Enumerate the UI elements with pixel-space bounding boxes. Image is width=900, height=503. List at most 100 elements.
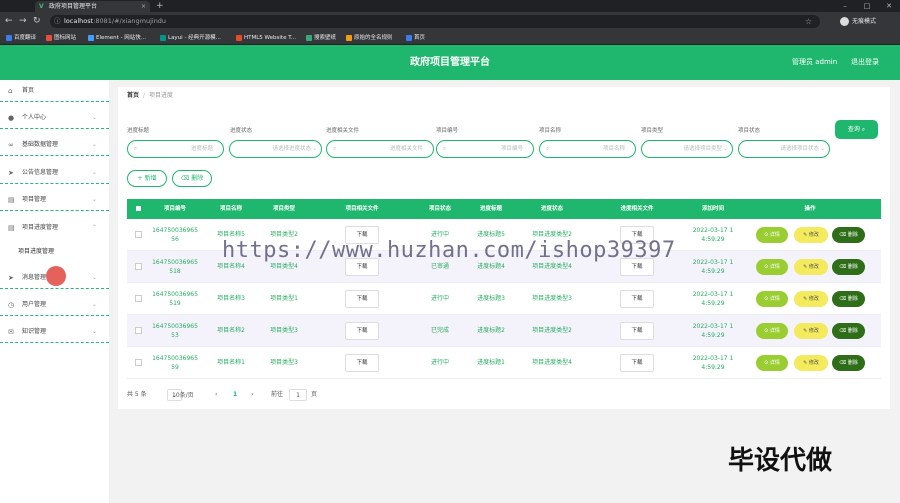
breadcrumb: 首页 / 项目进度 — [127, 92, 174, 99]
breadcrumb-current: 项目进度 — [149, 92, 174, 99]
review-button[interactable]: ⊙ 详情 — [756, 259, 788, 275]
download-button[interactable]: 下载 — [345, 354, 379, 372]
app-header: 政府项目管理平台 管理员 admin 退出登录 — [0, 45, 900, 80]
cell-add-time: 2022-03-17 1 4:59:29 — [692, 291, 734, 307]
row-delete-button[interactable]: ⌫ 删除 — [832, 323, 865, 339]
progress-title-input[interactable]: ⌕ 进度标题 — [127, 140, 224, 158]
prev-page-button[interactable]: ‹ — [215, 389, 217, 401]
bookmark-item[interactable]: HTML5 Website T... — [236, 33, 296, 43]
review-button[interactable]: ⊙ 详情 — [756, 227, 788, 243]
close-tab-icon[interactable]: × — [141, 1, 146, 12]
user-icon: ● — [8, 114, 15, 122]
row-checkbox[interactable] — [135, 359, 142, 366]
row-checkbox[interactable] — [135, 327, 142, 334]
reload-icon[interactable]: ↻ — [33, 15, 41, 27]
modify-button[interactable]: ✎ 修改 — [794, 259, 828, 275]
download-button[interactable]: 下载 — [620, 322, 654, 340]
window-close-icon[interactable]: ✕ — [878, 0, 900, 12]
sidebar-item-knowledge[interactable]: ✉ 知识管理 ⌄ — [0, 321, 109, 343]
query-button[interactable]: 查询 ⌕ — [835, 120, 878, 139]
review-button[interactable]: ⊙ 详情 — [756, 323, 788, 339]
doc-icon: ▤ — [8, 196, 15, 204]
project-number-input[interactable]: ⌕ 项目编号 — [436, 140, 534, 158]
vue-logo-icon: V — [39, 3, 44, 10]
table-row[interactable]: 164750036965 519 项目名称3 项目类型1 下载 进行中 进度标题3… — [127, 283, 881, 315]
page-number-current[interactable]: 1 — [233, 389, 237, 401]
profile-button[interactable]: 无痕模式 — [840, 15, 876, 28]
sidebar-item-profile[interactable]: ● 个人中心 ⌄ — [0, 107, 109, 129]
modify-button[interactable]: ✎ 修改 — [794, 355, 828, 371]
add-button[interactable]: + 新增 — [127, 170, 167, 187]
mail-icon: ✉ — [8, 328, 14, 336]
progress-status-select[interactable]: 请选择进度状态 ⌄ — [229, 140, 322, 158]
site-info-icon[interactable]: ⓘ — [54, 15, 61, 28]
review-button[interactable]: ⊙ 详情 — [756, 291, 788, 307]
watermark-url: https://www.huzhan.com/ishop39397 — [222, 238, 676, 263]
sidebar-item-basedata[interactable]: ∞ 基础数据管理 ⌄ — [0, 134, 109, 156]
select-all-checkbox[interactable] — [135, 205, 142, 212]
row-delete-button[interactable]: ⌫ 删除 — [832, 259, 865, 275]
bookmark-item[interactable]: 原始的全名规则 — [346, 33, 393, 43]
sidebar-item-notice[interactable]: ➤ 公告信息管理 ⌄ — [0, 162, 109, 184]
goto-page-input[interactable]: 1 — [289, 389, 307, 401]
bookmark-item[interactable]: 百度翻译 — [6, 33, 36, 43]
delete-button[interactable]: ⌫ 删除 — [172, 170, 212, 187]
sidebar-item-home[interactable]: ⌂ 首页 — [0, 80, 109, 102]
project-type-select[interactable]: 请选择项目类型 ⌄ — [641, 140, 733, 158]
search-icon: ⌕ — [134, 146, 138, 152]
maximize-icon[interactable]: □ — [856, 0, 878, 12]
breadcrumb-home[interactable]: 首页 — [127, 92, 139, 99]
profile-label: 无痕模式 — [852, 18, 877, 25]
sidebar-item-project[interactable]: ▤ 项目管理 ⌄ — [0, 189, 109, 211]
send-icon: ➤ — [8, 274, 14, 282]
browser-tab-title: 政府项目管理平台 — [49, 3, 98, 10]
bookmark-star-icon[interactable]: ☆ — [805, 15, 812, 28]
cell-project-type: 项目类型3 — [270, 327, 298, 334]
row-checkbox[interactable] — [135, 231, 142, 238]
review-button[interactable]: ⊙ 详情 — [756, 355, 788, 371]
bookmark-item[interactable]: 首页 — [406, 33, 425, 43]
col-header: 添加时间 — [701, 206, 724, 212]
table-row[interactable]: 164750036965 59 项目名称1 项目类型3 下载 进行中 进度标题1 … — [127, 347, 881, 379]
modify-button[interactable]: ✎ 修改 — [794, 291, 828, 307]
project-name-input[interactable]: ⌕ 项目名称 — [539, 140, 636, 158]
link-icon: ∞ — [8, 141, 14, 149]
next-page-button[interactable]: › — [251, 389, 253, 401]
page-size-select[interactable]: 10条/页 ⌄ — [167, 389, 194, 401]
cell-project-status: 已审通 — [430, 263, 449, 270]
browser-tab[interactable]: V 政府项目管理平台 × — [35, 1, 150, 12]
back-icon[interactable]: ← — [5, 15, 13, 27]
row-checkbox[interactable] — [135, 295, 142, 302]
cell-project-name: 项目名称4 — [217, 263, 245, 270]
row-delete-button[interactable]: ⌫ 删除 — [832, 291, 865, 307]
url-input[interactable]: ⓘ localhost:8081/#/xiangmujindu ☆ — [50, 15, 820, 28]
modify-button[interactable]: ✎ 修改 — [794, 227, 828, 243]
project-status-select[interactable]: 请选择项目状态 ⌄ — [738, 140, 830, 158]
pager-total: 共 5 条 — [127, 391, 147, 398]
bookmark-item[interactable]: 图标网站 — [46, 33, 76, 43]
download-button[interactable]: 下载 — [345, 322, 379, 340]
row-delete-button[interactable]: ⌫ 删除 — [832, 355, 865, 371]
table-row[interactable]: 164750036965 53 项目名称2 项目类型3 下载 已完成 进度标题2 … — [127, 315, 881, 347]
modify-button[interactable]: ✎ 修改 — [794, 323, 828, 339]
bookmark-item[interactable]: Layui - 经典开源模... — [160, 33, 221, 43]
logout-link[interactable]: 退出登录 — [851, 45, 879, 80]
row-checkbox[interactable] — [135, 263, 142, 270]
download-button[interactable]: 下载 — [620, 354, 654, 372]
cell-project-id: 164750036965 53 — [152, 323, 198, 339]
sidebar-item-progress[interactable]: ▤ 项目进度管理 ⌃ — [0, 217, 109, 239]
minimize-icon[interactable]: – — [834, 0, 856, 12]
row-delete-button[interactable]: ⌫ 删除 — [832, 227, 865, 243]
sidebar-subitem-progress-manage[interactable]: 项目进度管理 — [18, 247, 54, 257]
new-tab-icon[interactable]: + — [156, 0, 164, 12]
forward-icon[interactable]: → — [19, 15, 27, 27]
cell-project-id: 164750036965 56 — [152, 227, 198, 243]
cell-add-time: 2022-03-17 1 4:59:29 — [692, 259, 734, 275]
download-button[interactable]: 下载 — [620, 290, 654, 308]
bookmark-item[interactable]: 搜索壁纸 — [306, 33, 336, 43]
col-header: 操作 — [804, 206, 816, 212]
sidebar-item-users[interactable]: ◷ 用户管理 ⌄ — [0, 294, 109, 316]
bookmark-item[interactable]: Element - 网站快... — [88, 33, 146, 43]
download-button[interactable]: 下载 — [345, 290, 379, 308]
progress-file-input[interactable]: ⌕ 进度相关文件 — [326, 140, 434, 158]
